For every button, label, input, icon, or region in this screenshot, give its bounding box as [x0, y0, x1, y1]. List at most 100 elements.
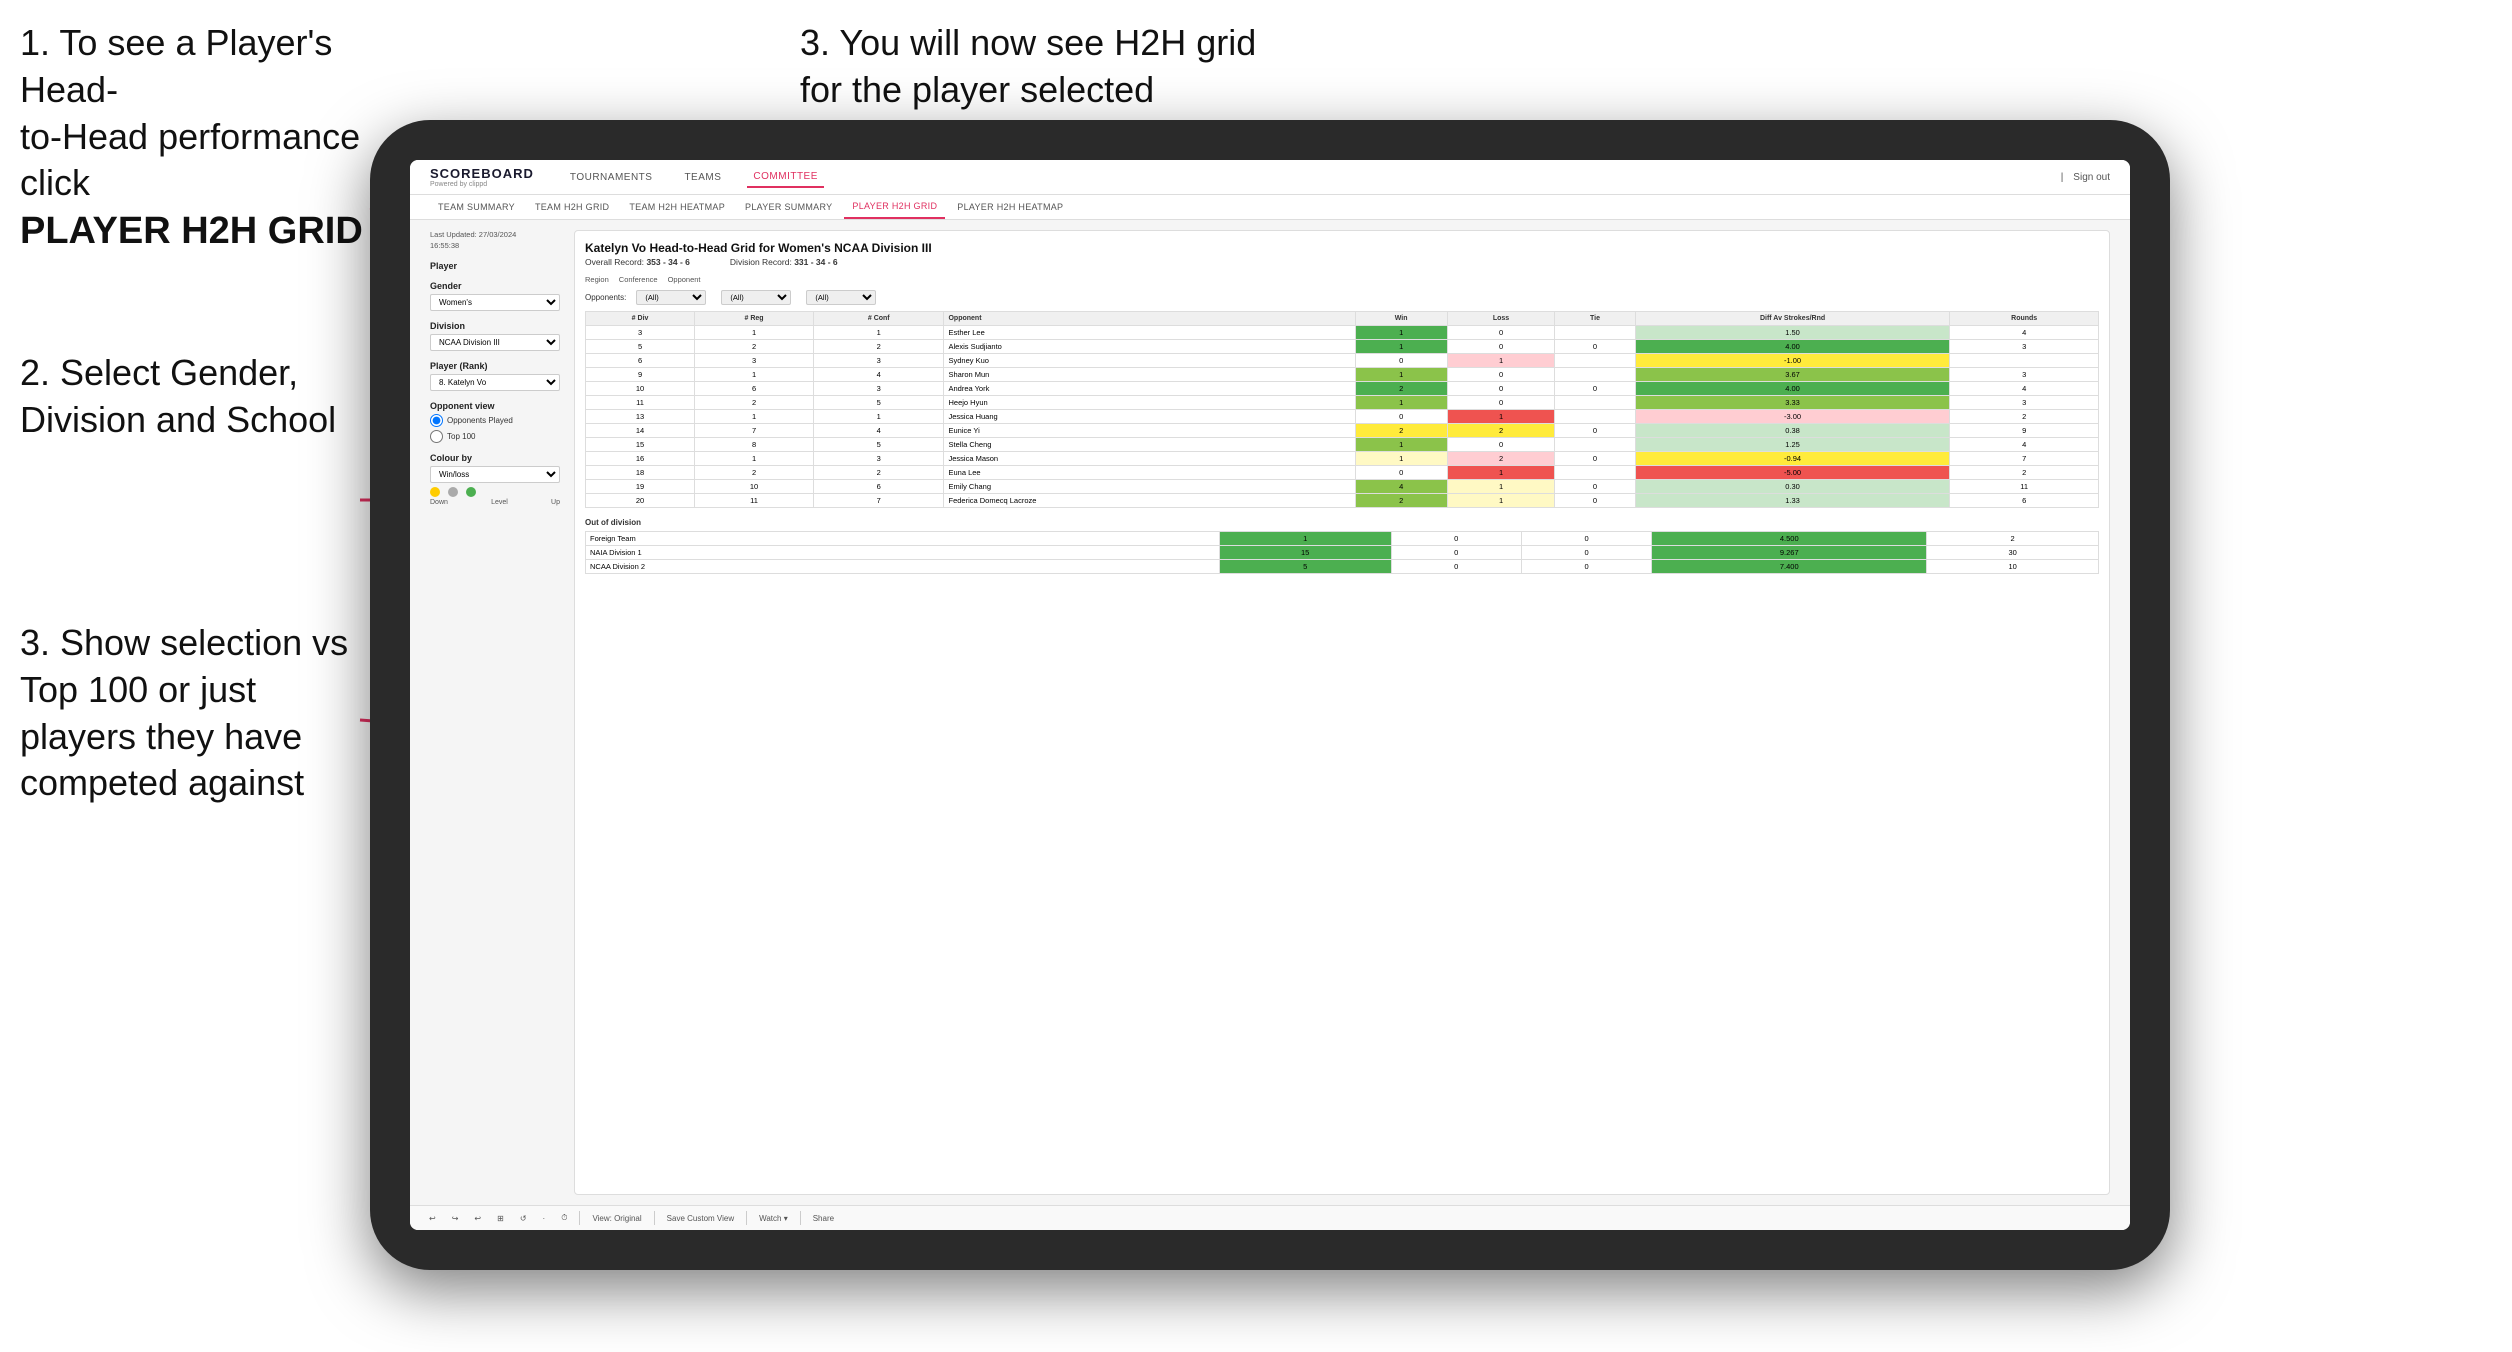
- toolbar-timer[interactable]: ⏱: [557, 1211, 571, 1225]
- gender-select[interactable]: Women's Men's: [430, 294, 560, 311]
- cell-reg: 10: [695, 480, 814, 494]
- toolbar-divider-2: [654, 1211, 655, 1225]
- sub-nav-team-summary[interactable]: TEAM SUMMARY: [430, 196, 523, 218]
- sign-out-link[interactable]: Sign out: [2073, 172, 2110, 183]
- cell-loss: 1: [1447, 494, 1554, 508]
- sub-nav: TEAM SUMMARY TEAM H2H GRID TEAM H2H HEAT…: [410, 195, 2130, 220]
- cell-loss: 0: [1447, 340, 1554, 354]
- sub-nav-team-heatmap[interactable]: TEAM H2H HEATMAP: [621, 196, 733, 218]
- cell-div: 9: [586, 368, 695, 382]
- out-cell-tie: 0: [1521, 546, 1651, 560]
- overall-record: Overall Record: 353 - 34 - 6: [585, 257, 690, 267]
- annotation-1: 1. To see a Player's Head- to-Head perfo…: [20, 20, 400, 257]
- table-row: 9 1 4 Sharon Mun 1 0 3.67 3: [586, 368, 2099, 382]
- cell-win: 1: [1355, 368, 1447, 382]
- out-table-row: NAIA Division 1 15 0 0 9.267 30: [586, 546, 2099, 560]
- col-reg: # Reg: [695, 312, 814, 326]
- opponents-played-radio[interactable]: [430, 414, 443, 427]
- division-section: Division NCAA Division III NCAA Division…: [430, 321, 560, 351]
- cell-name: Emily Chang: [944, 480, 1355, 494]
- cell-div: 19: [586, 480, 695, 494]
- legend-dot-down: [430, 487, 440, 497]
- table-row: 16 1 3 Jessica Mason 1 2 0 -0.94 7: [586, 452, 2099, 466]
- opponent-select[interactable]: (All): [806, 290, 876, 305]
- out-cell-loss: 0: [1391, 532, 1521, 546]
- cell-rounds: 9: [1950, 424, 2099, 438]
- toolbar-divider-3: [746, 1211, 747, 1225]
- cell-rounds: 3: [1950, 340, 2099, 354]
- cell-win: 0: [1355, 354, 1447, 368]
- toolbar-undo2[interactable]: ↪: [448, 1212, 463, 1225]
- division-select[interactable]: NCAA Division III NCAA Division I NCAA D…: [430, 334, 560, 351]
- cell-reg: 11: [695, 494, 814, 508]
- content-area: Last Updated: 27/03/2024 16:55:38 Player…: [410, 220, 2130, 1205]
- filter-row: Region Conference Opponent: [585, 275, 2099, 284]
- cell-conf: 1: [814, 410, 944, 424]
- cell-win: 1: [1355, 452, 1447, 466]
- cell-win: 1: [1355, 326, 1447, 340]
- cell-loss: 1: [1447, 480, 1554, 494]
- cell-name: Federica Domecq Lacroze: [944, 494, 1355, 508]
- table-row: 10 6 3 Andrea York 2 0 0 4.00 4: [586, 382, 2099, 396]
- sub-nav-player-summary[interactable]: PLAYER SUMMARY: [737, 196, 840, 218]
- cell-conf: 4: [814, 368, 944, 382]
- cell-name: Alexis Sudjianto: [944, 340, 1355, 354]
- cell-div: 10: [586, 382, 695, 396]
- top-100-radio[interactable]: [430, 430, 443, 443]
- col-win: Win: [1355, 312, 1447, 326]
- out-cell-win: 5: [1219, 560, 1391, 574]
- out-cell-diff: 4.500: [1652, 532, 1927, 546]
- sub-nav-player-heatmap[interactable]: PLAYER H2H HEATMAP: [949, 196, 1071, 218]
- out-cell-tie: 0: [1521, 560, 1651, 574]
- toolbar-undo[interactable]: ↩: [425, 1212, 440, 1225]
- division-record: Division Record: 331 - 34 - 6: [730, 257, 838, 267]
- top-100-option[interactable]: Top 100: [430, 430, 560, 443]
- cell-conf: 3: [814, 452, 944, 466]
- main-grid: Katelyn Vo Head-to-Head Grid for Women's…: [574, 230, 2110, 1195]
- opponents-select[interactable]: (All): [636, 290, 706, 305]
- cell-diff: 1.33: [1635, 494, 1950, 508]
- logo-text: SCOREBOARD: [430, 166, 534, 181]
- conference-select[interactable]: (All): [721, 290, 791, 305]
- cell-reg: 2: [695, 396, 814, 410]
- col-loss: Loss: [1447, 312, 1554, 326]
- colour-by-select[interactable]: Win/loss: [430, 466, 560, 483]
- cell-div: 3: [586, 326, 695, 340]
- col-diff: Diff Av Strokes/Rnd: [1635, 312, 1950, 326]
- toolbar-save-custom[interactable]: Save Custom View: [663, 1212, 738, 1225]
- cell-diff: 1.25: [1635, 438, 1950, 452]
- cell-name: Sydney Kuo: [944, 354, 1355, 368]
- cell-tie: 0: [1555, 340, 1636, 354]
- cell-div: 20: [586, 494, 695, 508]
- table-row: 3 1 1 Esther Lee 1 0 1.50 4: [586, 326, 2099, 340]
- cell-conf: 3: [814, 382, 944, 396]
- col-conf: # Conf: [814, 312, 944, 326]
- table-row: 19 10 6 Emily Chang 4 1 0 0.30 11: [586, 480, 2099, 494]
- table-row: 20 11 7 Federica Domecq Lacroze 2 1 0 1.…: [586, 494, 2099, 508]
- toolbar-grid[interactable]: ⊞: [493, 1212, 508, 1225]
- cell-loss: 0: [1447, 382, 1554, 396]
- cell-conf: 1: [814, 326, 944, 340]
- toolbar-refresh[interactable]: ↺: [516, 1212, 531, 1225]
- cell-rounds: 4: [1950, 326, 2099, 340]
- nav-tournaments[interactable]: TOURNAMENTS: [564, 168, 659, 187]
- toolbar-share[interactable]: Share: [809, 1212, 838, 1225]
- cell-win: 2: [1355, 424, 1447, 438]
- cell-conf: 4: [814, 424, 944, 438]
- toolbar-watch[interactable]: Watch ▾: [755, 1212, 792, 1225]
- col-rounds: Rounds: [1950, 312, 2099, 326]
- nav-teams[interactable]: TEAMS: [678, 168, 727, 187]
- toolbar-view-original[interactable]: View: Original: [588, 1212, 645, 1225]
- cell-diff: 4.00: [1635, 340, 1950, 354]
- toolbar-redo[interactable]: ↩: [470, 1212, 485, 1225]
- cell-diff: 0.38: [1635, 424, 1950, 438]
- cell-reg: 8: [695, 438, 814, 452]
- opponents-played-option[interactable]: Opponents Played: [430, 414, 560, 427]
- sub-nav-team-h2h-grid[interactable]: TEAM H2H GRID: [527, 196, 617, 218]
- toolbar-divider-4: [800, 1211, 801, 1225]
- nav-committee[interactable]: COMMITTEE: [747, 167, 824, 188]
- sub-nav-player-h2h-grid[interactable]: PLAYER H2H GRID: [844, 195, 945, 219]
- legend-dot-up: [466, 487, 476, 497]
- player-rank-select[interactable]: 8. Katelyn Vo: [430, 374, 560, 391]
- cell-rounds: 11: [1950, 480, 2099, 494]
